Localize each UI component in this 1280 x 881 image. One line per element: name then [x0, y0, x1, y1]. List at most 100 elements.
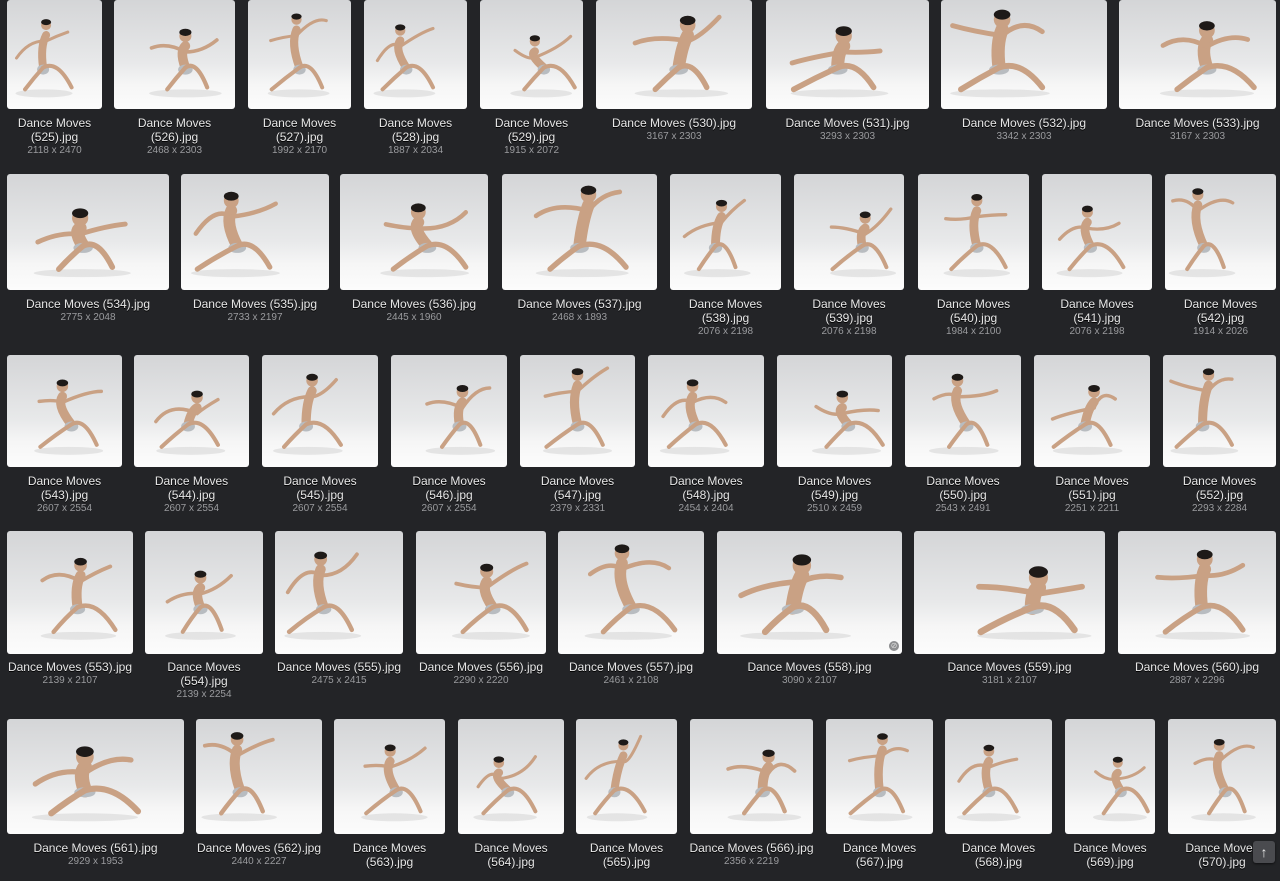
thumbnail-image[interactable]	[905, 355, 1021, 467]
thumbnail-image[interactable]	[145, 531, 263, 654]
thumbnail-image[interactable]	[1065, 719, 1155, 834]
gallery-item[interactable]: Dance Moves (545).jpg 2607 x 2554	[262, 355, 378, 514]
gallery-item[interactable]: Dance Moves (543).jpg 2607 x 2554	[7, 355, 122, 514]
gallery-item[interactable]: Dance Moves (544).jpg 2607 x 2554	[134, 355, 249, 514]
gallery-item[interactable]: Dance Moves (560).jpg 2887 x 2296	[1118, 531, 1276, 700]
gallery-item[interactable]: Dance Moves (562).jpg 2440 x 2227	[196, 719, 322, 881]
gallery-item[interactable]: Dance Moves (564).jpg	[458, 719, 564, 881]
thumbnail-image[interactable]	[7, 174, 169, 290]
thumbnail-image[interactable]	[248, 0, 351, 109]
thumbnail-image[interactable]	[941, 0, 1107, 109]
thumbnail-image[interactable]	[576, 719, 677, 834]
gallery-item[interactable]: Dance Moves (549).jpg 2510 x 2459	[777, 355, 892, 514]
thumbnail-image[interactable]	[777, 355, 892, 467]
gallery-item[interactable]: Dance Moves (538).jpg 2076 x 2198	[670, 174, 781, 337]
dancer-photo	[380, 203, 470, 278]
thumbnail-image[interactable]	[670, 174, 781, 290]
thumbnail-image[interactable]	[181, 174, 329, 290]
gallery-item[interactable]: Dance Moves (528).jpg 1887 x 2034	[364, 0, 467, 156]
thumbnail-image[interactable]	[1042, 174, 1152, 290]
gallery-item[interactable]: Dance Moves (540).jpg 1984 x 2100	[918, 174, 1029, 337]
gallery-item[interactable]: Dance Moves (552).jpg 2293 x 2284	[1163, 355, 1276, 514]
thumbnail-image[interactable]	[262, 355, 378, 467]
gallery-item[interactable]: Dance Moves (561).jpg 2929 x 1953	[7, 719, 184, 881]
gallery-item[interactable]: Dance Moves (559).jpg 3181 x 2107	[914, 531, 1105, 700]
file-name: Dance Moves (556).jpg	[418, 660, 544, 674]
gallery-item[interactable]: Dance Moves (539).jpg 2076 x 2198	[794, 174, 904, 337]
thumbnail-image[interactable]	[648, 355, 764, 467]
thumbnail-image[interactable]	[766, 0, 929, 109]
thumbnail-image[interactable]	[7, 719, 184, 834]
gallery-item[interactable]: Dance Moves (563).jpg	[334, 719, 445, 881]
thumbnail-image[interactable]	[196, 719, 322, 834]
gallery-item[interactable]: Dance Moves (532).jpg 3342 x 2303	[941, 0, 1107, 156]
thumbnail-image[interactable]	[364, 0, 467, 109]
scroll-to-top-button[interactable]: ↑	[1253, 841, 1275, 863]
thumbnail-image[interactable]	[334, 719, 445, 834]
thumbnail-image[interactable]	[502, 174, 657, 290]
thumbnail-image[interactable]	[918, 174, 1029, 290]
thumbnail-image[interactable]	[7, 355, 122, 467]
gallery-item[interactable]: Dance Moves (557).jpg 2461 x 2108	[558, 531, 704, 700]
thumbnail-image[interactable]	[416, 531, 546, 654]
gallery-item[interactable]: Dance Moves (529).jpg 1915 x 2072	[480, 0, 583, 156]
gallery-item[interactable]: Dance Moves (527).jpg 1992 x 2170	[248, 0, 351, 156]
gallery-item[interactable]: Dance Moves (565).jpg	[576, 719, 677, 881]
gallery-item[interactable]: Dance Moves (568).jpg	[945, 719, 1052, 881]
gallery-item[interactable]: Dance Moves (546).jpg 2607 x 2554	[391, 355, 507, 514]
thumbnail-image[interactable]	[1118, 531, 1276, 654]
thumbnail-image[interactable]	[7, 531, 133, 654]
gallery-item[interactable]: Dance Moves (525).jpg 2118 x 2470	[7, 0, 102, 156]
gallery-item[interactable]: Dance Moves (537).jpg 2468 x 1893	[502, 174, 657, 337]
thumbnail-image[interactable]	[7, 0, 102, 109]
gallery-item[interactable]: Dance Moves (553).jpg 2139 x 2107	[7, 531, 133, 700]
gallery-item[interactable]: Dance Moves (567).jpg	[826, 719, 933, 881]
gallery-item[interactable]: Dance Moves (547).jpg 2379 x 2331	[520, 355, 635, 514]
thumbnail-image[interactable]: ⊘	[717, 531, 902, 654]
thumbnail-image[interactable]	[520, 355, 635, 467]
thumbnail-image[interactable]	[458, 719, 564, 834]
gallery-item[interactable]: Dance Moves (554).jpg 2139 x 2254	[145, 531, 263, 700]
thumbnail-image[interactable]	[558, 531, 704, 654]
file-name: Dance Moves (544).jpg	[154, 474, 229, 502]
gallery-item[interactable]: Dance Moves (533).jpg 3167 x 2303	[1119, 0, 1276, 156]
thumbnail-image[interactable]	[480, 0, 583, 109]
thumbnail-image[interactable]	[945, 719, 1052, 834]
thumbnail-image[interactable]	[134, 355, 249, 467]
thumbnail-image[interactable]	[690, 719, 813, 834]
thumbnail-image[interactable]	[1165, 174, 1276, 290]
gallery-item[interactable]: Dance Moves (530).jpg 3167 x 2303	[596, 0, 752, 156]
thumbnail-image[interactable]	[1034, 355, 1150, 467]
gallery-item[interactable]: Dance Moves (551).jpg 2251 x 2211	[1034, 355, 1150, 514]
thumbnail-image[interactable]	[340, 174, 488, 290]
gallery-item[interactable]: Dance Moves (556).jpg 2290 x 2220	[416, 531, 546, 700]
gallery-item[interactable]: Dance Moves (526).jpg 2468 x 2303	[114, 0, 235, 156]
gallery-item[interactable]: Dance Moves (548).jpg 2454 x 2404	[648, 355, 764, 514]
thumbnail-image[interactable]	[1163, 355, 1276, 467]
thumbnail-image[interactable]	[794, 174, 904, 290]
gallery-item[interactable]: Dance Moves (550).jpg 2543 x 2491	[905, 355, 1021, 514]
dancer-photo	[847, 733, 913, 822]
gallery-item[interactable]: Dance Moves (531).jpg 3293 x 2303	[766, 0, 929, 156]
thumbnail-image[interactable]	[826, 719, 933, 834]
gallery-item[interactable]: Dance Moves (535).jpg 2733 x 2197	[181, 174, 329, 337]
gallery-item[interactable]: Dance Moves (566).jpg 2356 x 2219	[689, 719, 814, 881]
gallery-item[interactable]: Dance Moves (541).jpg 2076 x 2198	[1042, 174, 1152, 337]
gallery-item[interactable]: Dance Moves (536).jpg 2445 x 1960	[340, 174, 488, 337]
thumbnail-image[interactable]	[275, 531, 403, 654]
gallery-item[interactable]: Dance Moves (555).jpg 2475 x 2415	[275, 531, 403, 700]
thumbnail-image[interactable]	[1119, 0, 1276, 109]
gallery-item[interactable]: Dance Moves (534).jpg 2775 x 2048	[7, 174, 169, 337]
thumbnail-image[interactable]	[114, 0, 235, 109]
file-name: Dance Moves (566).jpg	[689, 841, 814, 855]
image-dimensions: 1992 x 2170	[271, 145, 328, 156]
gallery-item[interactable]: ⊘ Dance Moves (558).jpg 3090 x 2107	[717, 531, 902, 700]
thumbnail-image[interactable]	[596, 0, 752, 109]
thumbnail-image[interactable]	[1168, 719, 1276, 834]
gallery-item[interactable]: Dance Moves (569).jpg	[1065, 719, 1155, 881]
thumbnail-image[interactable]	[914, 531, 1105, 654]
image-dimensions: 2454 x 2404	[678, 503, 734, 514]
dancer-photo	[659, 379, 730, 455]
thumbnail-image[interactable]	[391, 355, 507, 467]
gallery-item[interactable]: Dance Moves (542).jpg 1914 x 2026	[1165, 174, 1276, 337]
